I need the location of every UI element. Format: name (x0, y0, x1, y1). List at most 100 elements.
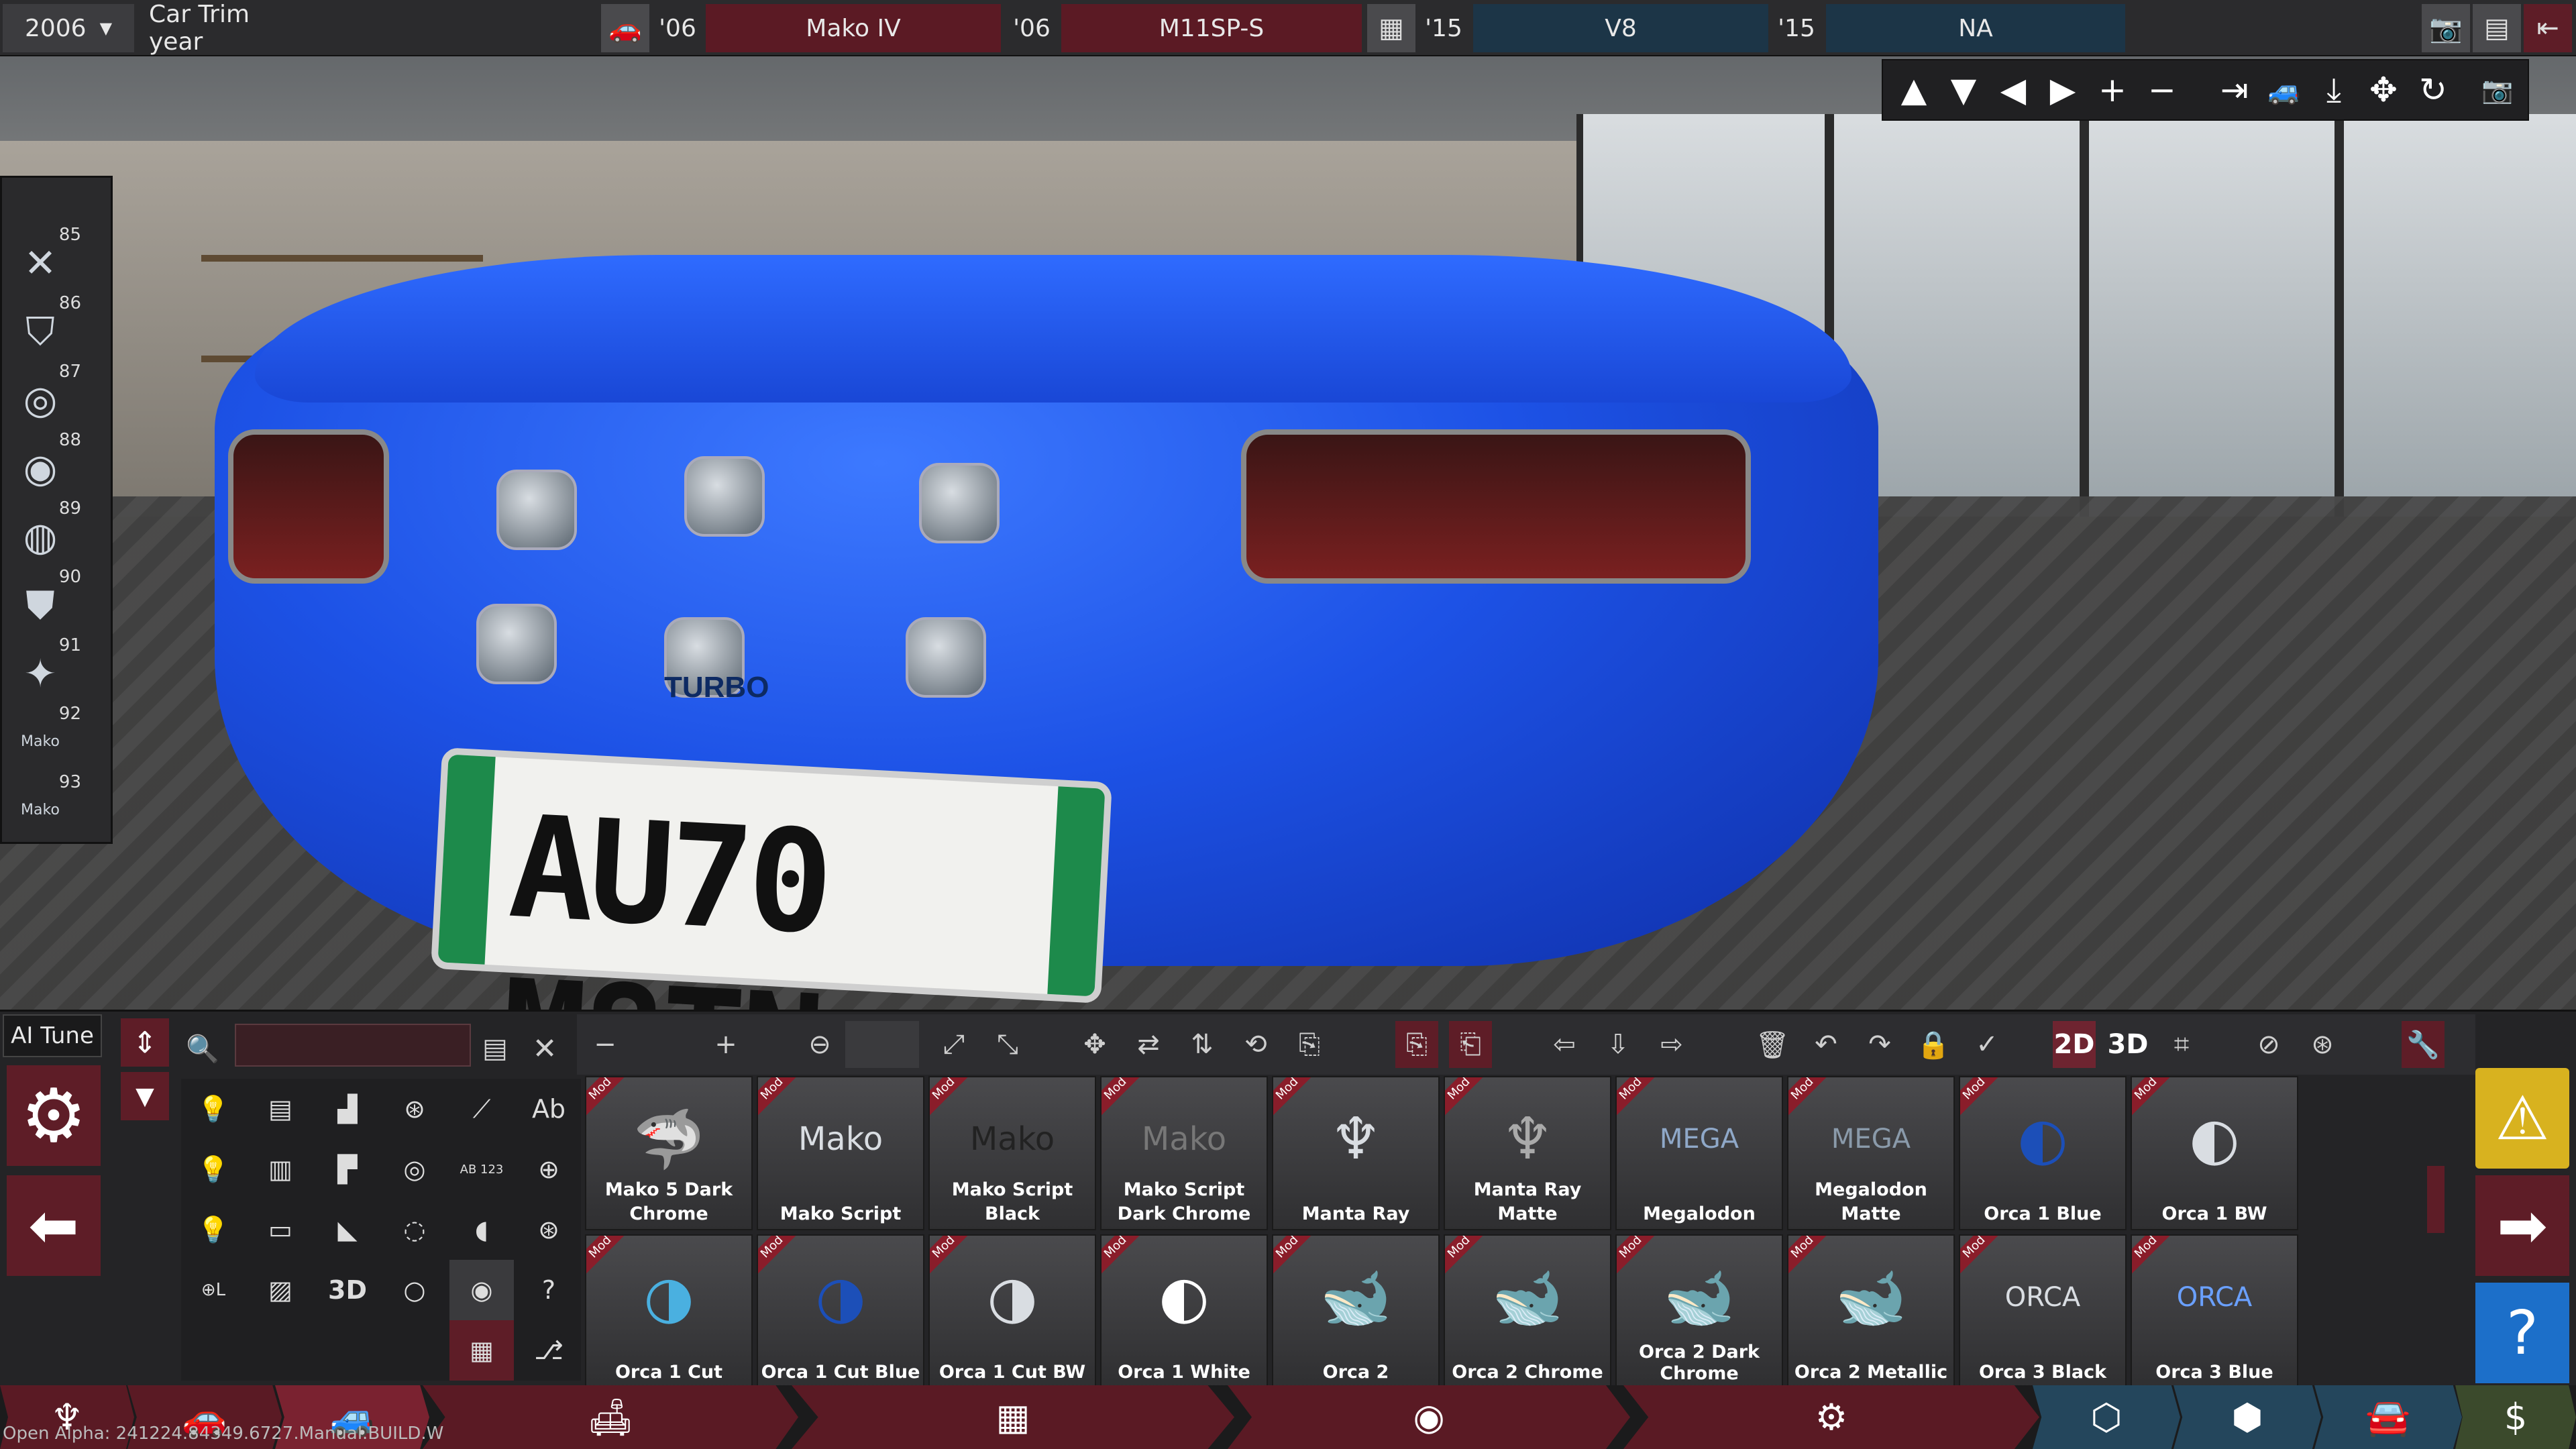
forward-arrow-icon[interactable]: ➡ (2475, 1175, 2569, 1276)
engine-name-field[interactable]: V8 (1473, 4, 1768, 52)
toggle-2d-button[interactable]: 2D (2053, 1021, 2096, 1068)
move-icon[interactable]: ✥ (2359, 66, 2408, 114)
badge-tile[interactable]: Mod 🐋 Orca 2 Chrome (1444, 1234, 1611, 1389)
badge-tile[interactable]: Mod 🐋 Orca 2 Dark Chrome (1615, 1234, 1783, 1389)
camera-right-button[interactable]: ▶ (2039, 66, 2087, 114)
badge-tile[interactable]: Mod 🐋 Orca 2 (1272, 1234, 1440, 1389)
badge-tile[interactable]: Mod ◑ Orca 1 Cut Blue (757, 1234, 924, 1389)
variant-name-field[interactable]: NA (1826, 4, 2125, 52)
camera-up-button[interactable]: ▲ (1890, 66, 1938, 114)
badge-tile[interactable]: Mod 🐋 Orca 2 Metallic (1787, 1234, 1955, 1389)
toggle-3d-button[interactable]: 3D (2106, 1021, 2149, 1068)
category-cap-icon[interactable]: ⊛ (517, 1199, 581, 1260)
badge-shield[interactable] (684, 456, 765, 537)
lock-icon[interactable]: 🔒 (1912, 1021, 1955, 1068)
search-input[interactable] (235, 1024, 471, 1067)
drop-icon[interactable]: ⤓ (2310, 66, 2358, 114)
zoom-in-button[interactable]: + (2088, 66, 2137, 114)
zoom-out-button[interactable]: − (2138, 66, 2186, 114)
align-center-icon[interactable]: ⇩ (1597, 1021, 1640, 1068)
category-spoiler-icon[interactable]: ◣ (315, 1199, 380, 1260)
layer-item[interactable]: 89 ◍ (7, 498, 81, 566)
flip-vertical-icon[interactable]: ⇅ (1181, 1021, 1224, 1068)
nav-fixtures-icon[interactable]: ◉ (1228, 1385, 1630, 1449)
category-texture-icon[interactable]: ▨ (248, 1260, 313, 1320)
badge-tile[interactable]: Mod ◐ Orca 1 Blue (1959, 1076, 2127, 1230)
category-local-icon[interactable]: ⊕L (181, 1260, 246, 1320)
category-exhaust-icon[interactable]: ◌ (382, 1199, 447, 1260)
screenshot-icon[interactable]: 📷 (2473, 66, 2522, 114)
car-view-icon[interactable]: 🚙 (2260, 66, 2308, 114)
value-field[interactable] (845, 1021, 919, 1068)
flip-horizontal-icon[interactable]: ⇄ (1127, 1021, 1170, 1068)
badge-tile[interactable]: Mod ◑ Orca 1 Cut BW (928, 1234, 1096, 1389)
rotate-icon[interactable]: ↻ (2409, 66, 2457, 114)
trim-name-field[interactable]: M11SP-S (1061, 4, 1362, 52)
crop-icon[interactable]: ⌗ (2160, 1021, 2203, 1068)
nav-market-icon[interactable]: ⬢ (2174, 1385, 2321, 1449)
tile-scrollbar[interactable] (2427, 1166, 2445, 1233)
skew-left-icon[interactable]: ⤢ (932, 1021, 975, 1068)
badge-tile[interactable]: Mod ◐ Orca 1 BW (2131, 1076, 2298, 1230)
align-left-icon[interactable]: ⇦ (1543, 1021, 1586, 1068)
layer-item[interactable]: 93 Mako (7, 772, 81, 839)
nav-test-icon[interactable]: ⬡ (2033, 1385, 2180, 1449)
category-3d-icon[interactable]: 3D (315, 1260, 380, 1320)
badge-tile[interactable]: Mod ♆ Manta Ray (1272, 1076, 1440, 1230)
warning-icon[interactable]: ⚠ (2475, 1068, 2569, 1169)
layer-item[interactable]: 87 ◎ (7, 362, 81, 429)
camera-down-button[interactable]: ▼ (1939, 66, 1988, 114)
car-icon[interactable]: 🚗 (601, 4, 649, 52)
minus-icon[interactable]: − (584, 1021, 627, 1068)
layer-item[interactable]: 86 ⛉ (7, 293, 81, 360)
layer-item[interactable]: 88 ◉ (7, 430, 81, 497)
category-badge-icon[interactable]: ◉ (449, 1260, 514, 1320)
badge-tile[interactable]: Mod MEGA Megalodon (1615, 1076, 1783, 1230)
snap-right-icon[interactable]: ⇥ (2210, 66, 2259, 114)
wrench-icon[interactable]: 🔧 (2402, 1021, 2445, 1068)
category-lights-icon[interactable]: 💡 (181, 1139, 246, 1199)
paste-style-icon[interactable]: ⎗ (1449, 1021, 1492, 1068)
engine-icon[interactable]: ▦ (1367, 4, 1415, 52)
badge-tile[interactable]: Mod Mako Mako Script Dark Chrome (1100, 1076, 1268, 1230)
move-icon[interactable]: ✥ (1073, 1021, 1116, 1068)
badge-tile[interactable]: Mod MEGA Megalodon Matte (1787, 1076, 1955, 1230)
badge-tile[interactable]: Mod Mako Mako Script (757, 1076, 924, 1230)
layer-item[interactable]: 91 ✦ (7, 635, 81, 702)
layer-list[interactable]: 85 ✕ 86 ⛉ 87 ◎ 88 ◉ 89 ◍ 90 ⛊ 91 ✦ 92 Mako 93 Mak… (0, 176, 113, 844)
category-help-icon[interactable]: ? (517, 1260, 581, 1320)
category-wiper-icon[interactable]: ⟋ (449, 1079, 514, 1139)
copy-icon[interactable]: ⎘ (1395, 1021, 1438, 1068)
save-icon[interactable]: ▤ (474, 1025, 517, 1072)
car-model[interactable]: TURBO AU70 M8TN (201, 255, 1878, 1010)
category-branch-icon[interactable]: ⎇ (517, 1320, 581, 1381)
mirror-icon[interactable]: ⟲ (1234, 1021, 1277, 1068)
badge-whale[interactable] (919, 463, 1000, 543)
no-mirror-icon[interactable]: ⊘ (2247, 1021, 2290, 1068)
nav-interior-icon[interactable]: 🛋 (423, 1385, 798, 1449)
category-plate-icon[interactable]: AB 123 (449, 1139, 514, 1199)
badge-tile[interactable]: Mod 🦈 Mako 5 Dark Chrome (585, 1076, 753, 1230)
badge-90[interactable] (906, 617, 986, 698)
category-handle-icon[interactable]: ◎ (382, 1139, 447, 1199)
skew-right-icon[interactable]: ⤡ (986, 1021, 1029, 1068)
back-arrow-icon[interactable]: ⬅ (7, 1175, 101, 1276)
category-emblem-icon[interactable]: ⊛ (382, 1079, 447, 1139)
close-icon[interactable]: ✕ (523, 1025, 566, 1072)
category-mirror-icon[interactable]: ▛ (315, 1139, 380, 1199)
category-lights-icon[interactable]: 💡 (181, 1079, 246, 1139)
category-vent-icon[interactable]: ▟ (315, 1079, 380, 1139)
category-grid-icon[interactable]: ▦ (449, 1320, 514, 1381)
camera-icon[interactable]: 📷 (2422, 4, 2470, 52)
redo-icon[interactable]: ↷ (1858, 1021, 1901, 1068)
nav-finance-icon[interactable]: $ (2455, 1385, 2576, 1449)
category-seat-icon[interactable]: ▭ (248, 1199, 313, 1260)
category-wheel-icon[interactable]: ⊕ (517, 1139, 581, 1199)
move-up-down-icon[interactable]: ⇕ (121, 1018, 169, 1067)
layer-item[interactable]: 92 Mako (7, 704, 81, 771)
camera-left-button[interactable]: ◀ (1989, 66, 2037, 114)
paste-icon[interactable]: ⎘ (1288, 1021, 1331, 1068)
badge-tile[interactable]: Mod ORCA Orca 3 Blue (2131, 1234, 2298, 1389)
badge-tile[interactable]: Mod ◑ Orca 1 Cut (585, 1234, 753, 1389)
badge-tile[interactable]: Mod ♆ Manta Ray Matte (1444, 1076, 1611, 1230)
